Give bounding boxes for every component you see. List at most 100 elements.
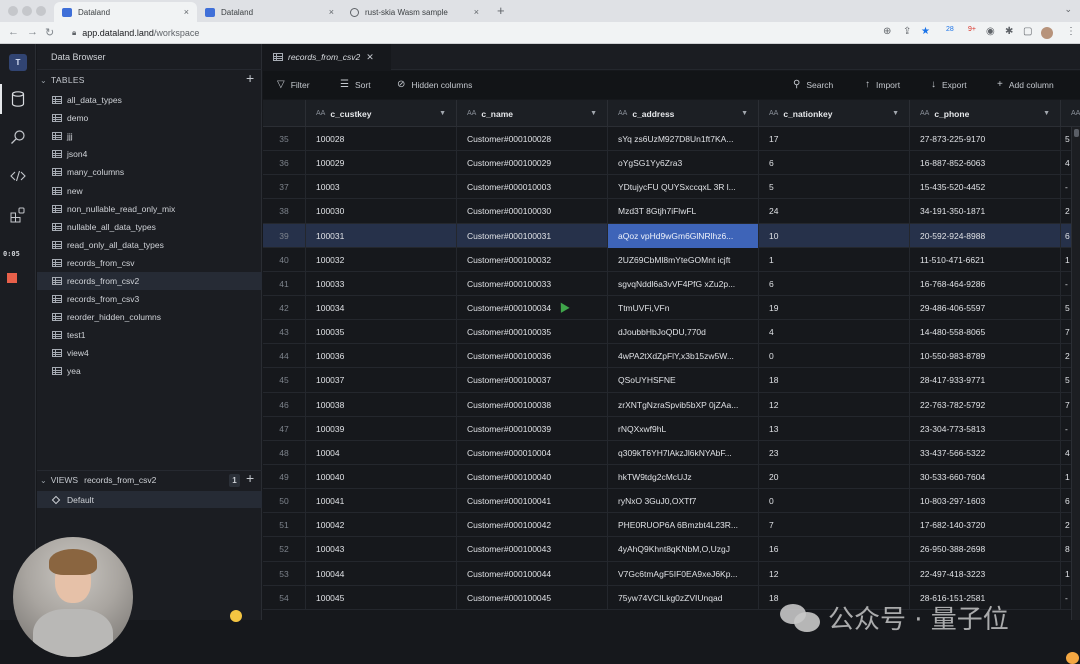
cell-c-name[interactable]: Customer#000100029 <box>457 151 608 176</box>
table-row[interactable]: 39 100031 Customer#000100031 aQoz vpHd9wGm6… <box>263 223 1080 248</box>
tables-section-toggle[interactable]: ⌄ TABLES <box>40 75 85 85</box>
cell-c-phone[interactable]: 22-763-782-5792 <box>910 392 1061 417</box>
window-minimize-button[interactable] <box>22 6 32 16</box>
cell-c-address[interactable]: YDtujycFU QUYSxccqxL 3R l... <box>608 175 759 200</box>
tab-records-from-csv2[interactable]: records_from_csv2 ✕ <box>263 44 391 70</box>
cell-c-phone[interactable]: 14-480-558-8065 <box>910 320 1061 345</box>
cell-c-name[interactable]: Customer#000100031 <box>457 223 608 248</box>
table-row[interactable]: 48 10004 Customer#000010004 q309kT6YH7lAkzJ… <box>263 440 1080 465</box>
table-row[interactable]: 47 100039 Customer#000100039 rNQXxwf9hL 13 23… <box>263 416 1080 441</box>
stop-recording-button[interactable] <box>7 273 17 283</box>
cell-c-phone[interactable]: 28-417-933-9771 <box>910 368 1061 393</box>
cell-c-nationkey[interactable]: 7 <box>759 513 910 538</box>
cell-c-nationkey[interactable]: 10 <box>759 223 910 248</box>
cell-c-nationkey[interactable]: 12 <box>759 561 910 586</box>
cell-c-custkey[interactable]: 100029 <box>306 151 457 176</box>
sidebar-table-item[interactable]: demo <box>37 109 262 127</box>
table-row[interactable]: 40 100032 Customer#000100032 2UZ69CbMl8mYte… <box>263 247 1080 272</box>
cell-c-address[interactable]: oYgSG1Yy6Zra3 <box>608 151 759 176</box>
cell-c-custkey[interactable]: 100037 <box>306 368 457 393</box>
column-header-c-name[interactable]: AA c_name ▼ <box>457 100 608 127</box>
sidebar-table-item[interactable]: new <box>37 181 262 199</box>
share-icon[interactable]: ⇪ <box>903 26 911 37</box>
import-button[interactable]: ↑ Import <box>865 79 900 90</box>
cell-c-address[interactable]: 2UZ69CbMl8mYteGOMnt icjft <box>608 247 759 272</box>
column-menu-caret-icon[interactable]: ▼ <box>1043 110 1050 117</box>
cell-c-phone[interactable]: 29-486-406-5597 <box>910 295 1061 320</box>
bookmark-star-icon[interactable]: ★ <box>921 26 930 37</box>
cell-c-nationkey[interactable]: 13 <box>759 416 910 441</box>
table-row[interactable]: 41 100033 Customer#000100033 sgvqNddl6a3vVF… <box>263 271 1080 296</box>
workspace-avatar[interactable]: T <box>9 54 27 71</box>
cell-c-custkey[interactable]: 100042 <box>306 513 457 538</box>
sidebar-table-item[interactable]: view4 <box>37 344 262 362</box>
cell-c-name[interactable]: Customer#000100030 <box>457 199 608 224</box>
sidebar-table-item[interactable]: non_nullable_read_only_mix <box>37 200 262 218</box>
cell-c-nationkey[interactable]: 0 <box>759 489 910 514</box>
cell-c-phone[interactable]: 27-873-225-9170 <box>910 127 1061 151</box>
cell-c-name[interactable]: Customer#000100045 <box>457 585 608 610</box>
column-header-partial[interactable]: AA <box>1061 100 1080 127</box>
cell-c-phone[interactable]: 33-437-566-5322 <box>910 440 1061 465</box>
cell-c-nationkey[interactable]: 24 <box>759 199 910 224</box>
cell-c-name[interactable]: Customer#000100043 <box>457 537 608 562</box>
back-arrow-icon[interactable]: ← <box>8 26 19 38</box>
cell-c-address[interactable]: V7Gc6tmAgF5IF0EA9xeJ6Kp... <box>608 561 759 586</box>
cell-c-phone[interactable]: 16-768-464-9286 <box>910 271 1061 296</box>
cell-c-nationkey[interactable]: 17 <box>759 127 910 151</box>
close-tab-icon[interactable]: × <box>329 7 334 17</box>
vertical-scrollbar[interactable] <box>1071 127 1080 620</box>
export-button[interactable]: ↓ Export <box>931 79 967 90</box>
cell-c-name[interactable]: Customer#000100033 <box>457 271 608 296</box>
cell-c-custkey[interactable]: 100036 <box>306 344 457 369</box>
cell-c-address[interactable]: PHE0RUOP6A 6Bmzbt4L23R... <box>608 513 759 538</box>
cell-c-address[interactable]: aQoz vpHd9wGm6GlNRlhz6... <box>608 223 759 248</box>
filter-button[interactable]: ▽ Filter <box>277 79 310 90</box>
code-icon[interactable] <box>7 165 29 187</box>
cell-c-address[interactable]: 75yw74VCILkg0zZVIUnqad <box>608 585 759 610</box>
browser-tab-dataland-2[interactable]: Dataland × <box>197 2 342 22</box>
table-row[interactable]: 43 100035 Customer#000100035 dJoubbHbJoQDU,… <box>263 320 1080 345</box>
cell-c-nationkey[interactable]: 6 <box>759 271 910 296</box>
sidebar-table-item[interactable]: records_from_csv2 <box>37 271 262 291</box>
cell-c-name[interactable]: Customer#000100036 <box>457 344 608 369</box>
cell-c-address[interactable]: hkTW9tdg2cMcUJz <box>608 464 759 489</box>
cell-c-address[interactable]: sgvqNddl6a3vVF4PfG xZu2p... <box>608 271 759 296</box>
sidebar-table-item[interactable]: records_from_csv3 <box>37 290 262 308</box>
cell-c-name[interactable]: Customer#000100040 <box>457 464 608 489</box>
cell-c-custkey[interactable]: 100038 <box>306 392 457 417</box>
cell-c-phone[interactable]: 23-304-773-5813 <box>910 416 1061 441</box>
column-header-c-address[interactable]: AA c_address ▼ <box>608 100 759 127</box>
cell-c-name[interactable]: Customer#000100032 <box>457 247 608 272</box>
extension-badge-icon[interactable]: 9+ <box>968 26 976 33</box>
cell-c-custkey[interactable]: 100028 <box>306 127 457 151</box>
cell-c-phone[interactable]: 34-191-350-1871 <box>910 199 1061 224</box>
cell-c-name[interactable]: Customer#000010003 <box>457 175 608 200</box>
cell-c-phone[interactable]: 17-682-140-3720 <box>910 513 1061 538</box>
cell-c-name[interactable]: Customer#000100039 <box>457 416 608 441</box>
cell-c-name[interactable]: Customer#000100037 <box>457 368 608 393</box>
table-row[interactable]: 36 100029 Customer#000100029 oYgSG1Yy6Zra3 6… <box>263 151 1080 176</box>
cell-c-address[interactable]: dJoubbHbJoQDU,770d <box>608 320 759 345</box>
cell-c-custkey[interactable]: 100031 <box>306 223 457 248</box>
sidebar-table-item[interactable]: json4 <box>37 145 262 163</box>
cell-c-custkey[interactable]: 100032 <box>306 247 457 272</box>
cell-c-name[interactable]: Customer#000010004 <box>457 440 608 465</box>
column-menu-caret-icon[interactable]: ▼ <box>892 110 899 117</box>
scrollbar-thumb[interactable] <box>1074 129 1079 137</box>
cell-c-custkey[interactable]: 100034 <box>306 295 457 320</box>
cell-c-phone[interactable]: 20-592-924-8988 <box>910 223 1061 248</box>
cell-c-nationkey[interactable]: 5 <box>759 175 910 200</box>
cell-c-name[interactable]: Customer#000100044 <box>457 561 608 586</box>
cell-c-phone[interactable]: 30-533-660-7604 <box>910 464 1061 489</box>
cell-c-nationkey[interactable]: 1 <box>759 247 910 272</box>
url-input[interactable]: 🔒︎ app.dataland.land/workspace <box>64 24 864 42</box>
cell-c-name[interactable]: Customer#000100041 <box>457 489 608 514</box>
sidebar-table-item[interactable]: all_data_types <box>37 91 262 109</box>
search-icon[interactable] <box>7 126 29 148</box>
cell-c-phone[interactable]: 15-435-520-4452 <box>910 175 1061 200</box>
cell-c-custkey[interactable]: 100040 <box>306 464 457 489</box>
extension-password-icon[interactable]: ◉ <box>986 26 995 37</box>
cell-c-custkey[interactable]: 10004 <box>306 440 457 465</box>
add-view-button[interactable]: + <box>246 470 254 486</box>
